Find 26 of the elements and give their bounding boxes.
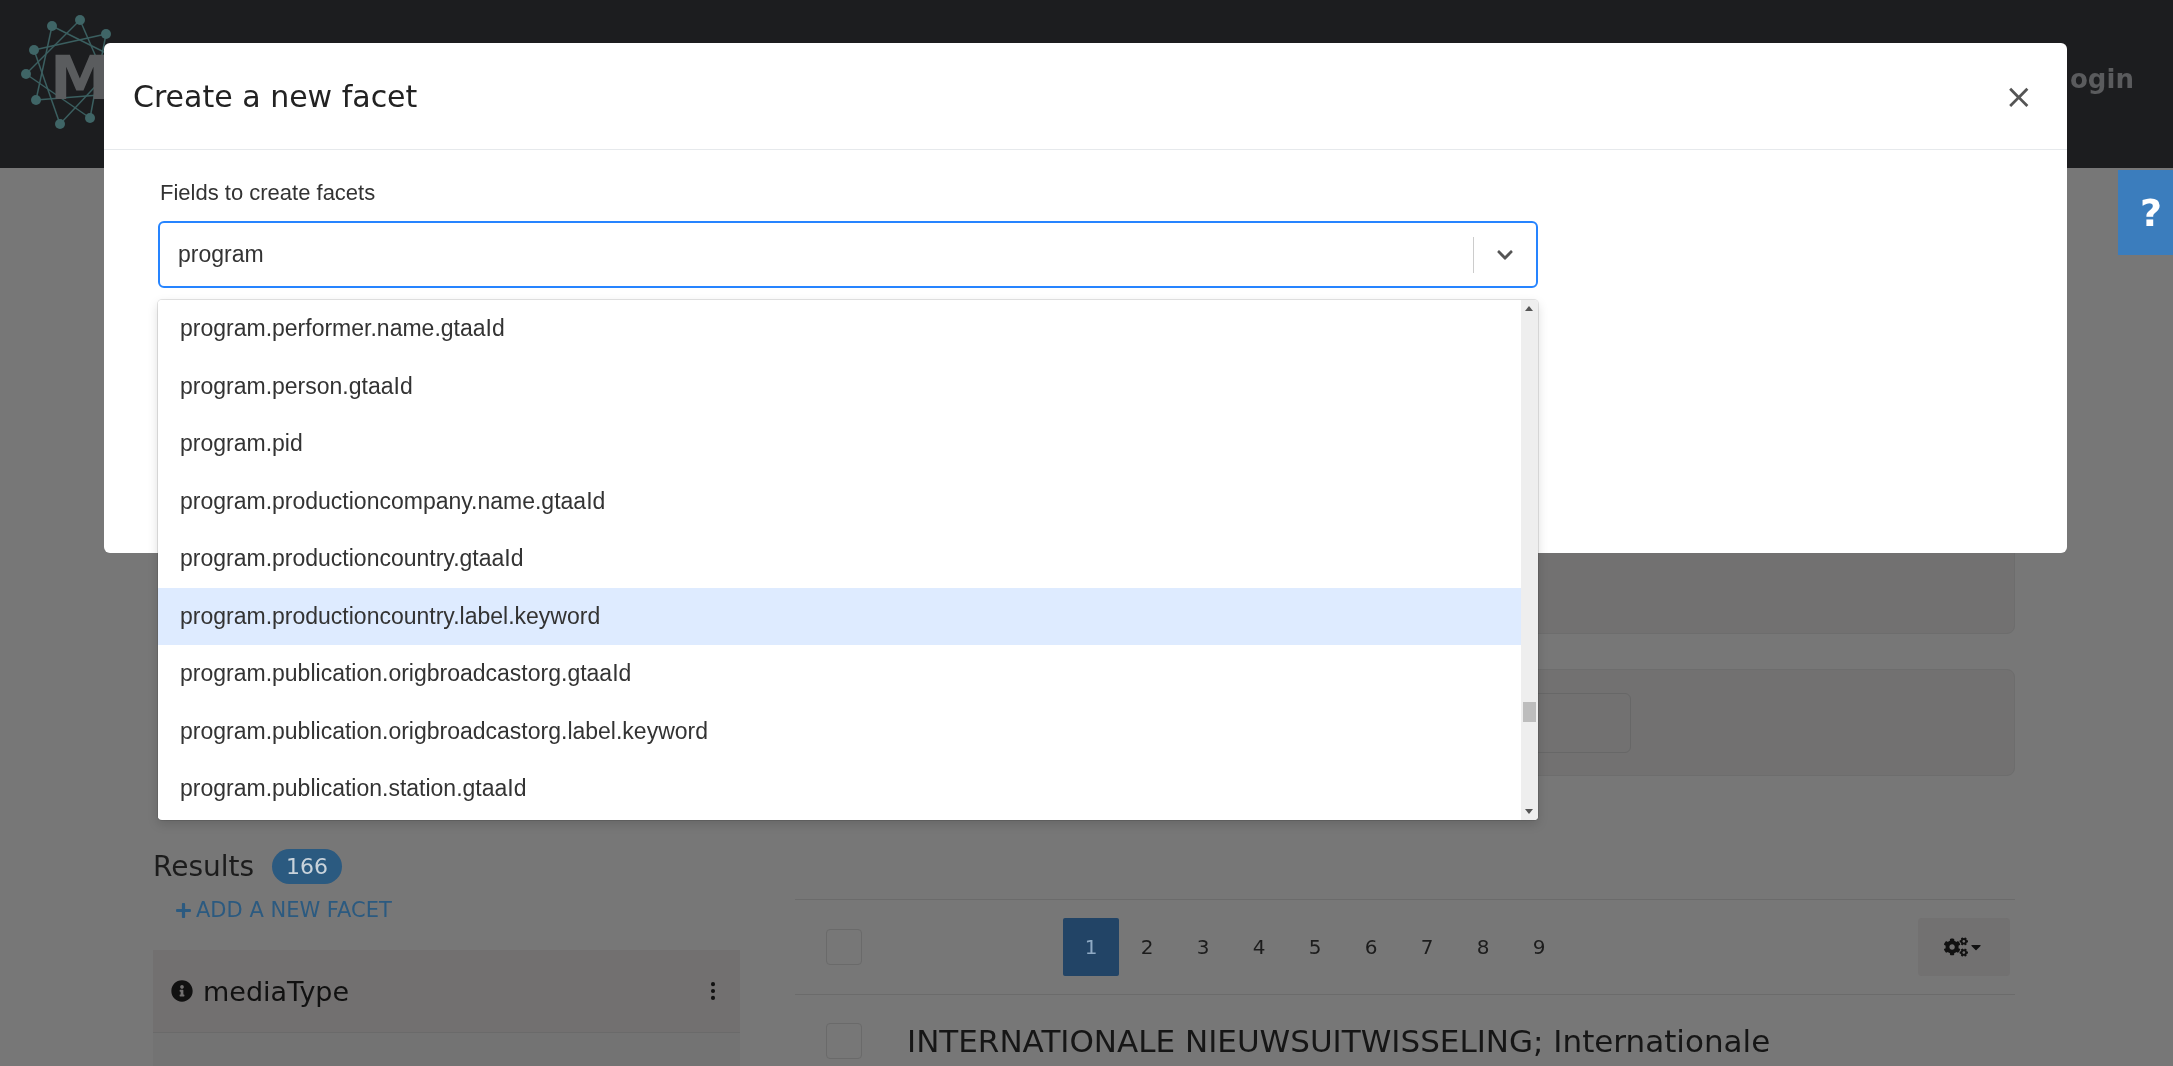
page-link[interactable]: 9 [1511,918,1567,976]
login-link[interactable]: ogin [2070,64,2134,94]
field-label: Fields to create facets [160,180,377,206]
page-link[interactable]: 2 [1119,918,1175,976]
page-link[interactable]: 3 [1175,918,1231,976]
results-label: Results [153,849,255,883]
page-link[interactable]: 8 [1455,918,1511,976]
page-link[interactable]: 1 [1063,918,1119,976]
facet-name: mediaType [203,975,351,1007]
dropdown-option[interactable]: program.performer.name.gtaaId [158,300,1521,358]
info-icon [171,980,193,1002]
settings-button[interactable] [1918,918,2010,976]
modal-title: Create a new facet [133,78,418,114]
help-button[interactable]: ? [2118,170,2173,255]
page-link[interactable]: 7 [1399,918,1455,976]
results-count: 166 [272,848,343,884]
plus-icon [175,901,192,919]
gears-icon [1944,935,1968,959]
dropdown-option[interactable]: program.productioncountry.label.keyword [158,587,1521,645]
select-value: program [178,241,265,268]
page-link[interactable]: 5 [1287,918,1343,976]
result-title[interactable]: INTERNATIONALE NIEUWSUITWISSELING; Internationale [907,1023,1771,1059]
close-button[interactable]: × [2000,76,2037,116]
scrollbar[interactable] [1521,300,1538,820]
page-link[interactable]: 6 [1343,918,1399,976]
page-link[interactable]: 4 [1231,918,1287,976]
